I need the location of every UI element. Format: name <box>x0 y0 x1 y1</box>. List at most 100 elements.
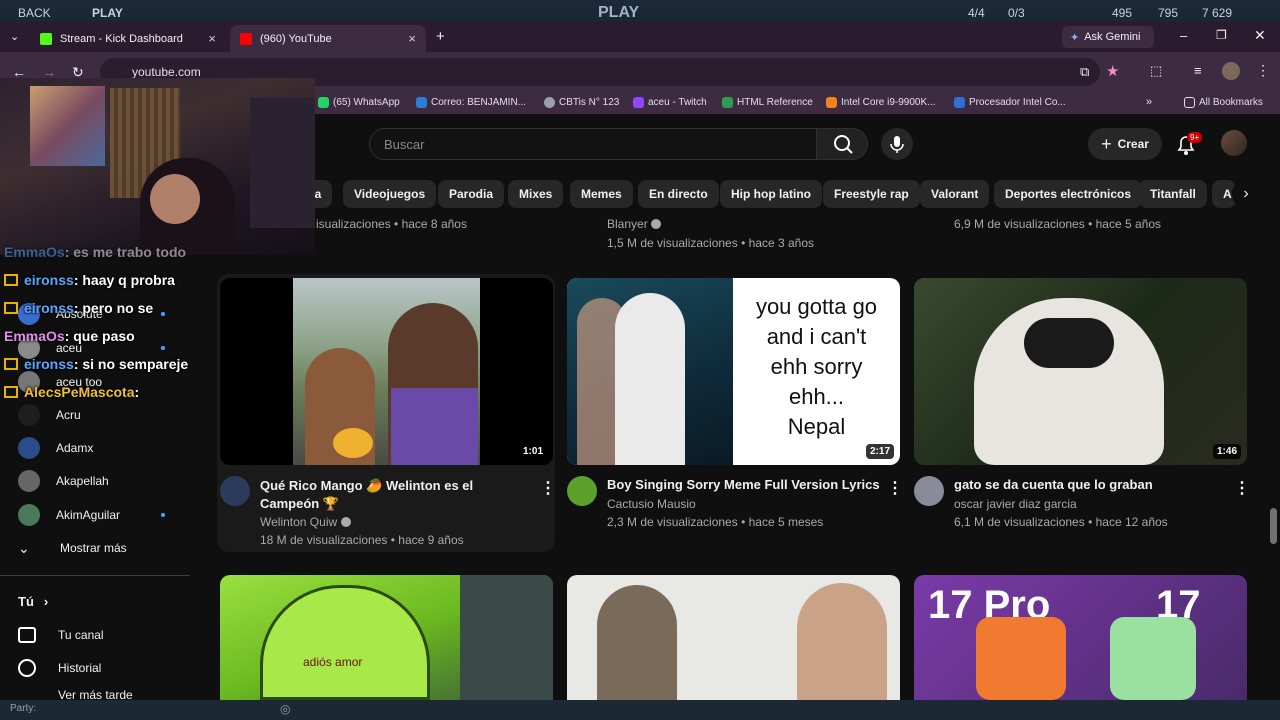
party-icon[interactable]: ◎ <box>280 702 290 716</box>
close-icon[interactable]: × <box>208 31 216 46</box>
kebab-menu-icon[interactable]: ⋮ <box>1256 62 1270 79</box>
sub-badge-icon <box>4 386 18 398</box>
avatar <box>18 470 40 492</box>
video-title[interactable]: gato se da cuenta que lo graban <box>954 477 1153 492</box>
stat-currency-2: 795 <box>1158 6 1179 20</box>
voice-search-button[interactable] <box>881 128 913 160</box>
video-channel[interactable]: Cactusio Mausio <box>607 497 696 511</box>
you-section-header[interactable]: Tú › <box>18 590 48 612</box>
bookmark-correo[interactable]: Correo: BENJAMIN... <box>416 97 526 108</box>
chip-mixes[interactable]: Mixes <box>508 180 564 208</box>
bookmark-intel-proc[interactable]: Procesador Intel Co... <box>954 97 1066 108</box>
ask-gemini-button[interactable]: ✦ Ask Gemini <box>1062 26 1154 48</box>
sub-badge-icon <box>4 302 18 314</box>
html-icon <box>722 97 733 108</box>
play-center-label[interactable]: PLAY <box>598 4 639 22</box>
sidebar-sub-acru[interactable]: Acru <box>18 404 81 426</box>
party-label: Party: <box>10 703 37 714</box>
video-thumbnail[interactable]: 17 Pro 17 <box>914 575 1247 700</box>
tab-label: Stream - Kick Dashboard <box>60 32 183 45</box>
bookmark-html-reference[interactable]: HTML Reference <box>722 97 813 108</box>
url-text[interactable]: youtube.com <box>132 65 201 79</box>
video-thumbnail[interactable]: 1:01 <box>220 278 553 465</box>
chip-en-directo[interactable]: En directo <box>638 180 719 208</box>
chip-hip-hop-latino[interactable]: Hip hop latino <box>720 180 822 208</box>
tab-kick-dashboard[interactable]: Stream - Kick Dashboard × <box>30 25 226 52</box>
stat-slots: 4/4 <box>968 6 985 20</box>
more-actions-icon[interactable]: ⋮ <box>1234 478 1250 498</box>
bookmarks-overflow-icon[interactable]: » <box>1146 96 1152 108</box>
tab-label: (960) YouTube <box>260 32 332 45</box>
thumbnail-caption: adiós amor <box>303 655 363 669</box>
kick-icon <box>40 32 52 45</box>
avatar <box>18 404 40 426</box>
video-thumbnail[interactable]: adiós amor <box>220 575 553 700</box>
sub-badge-icon <box>4 358 18 370</box>
video-thumbnail[interactable] <box>567 575 900 700</box>
all-bookmarks[interactable]: All Bookmarks <box>1184 97 1263 108</box>
sidebar-item-history[interactable]: Historial <box>18 657 101 679</box>
more-actions-icon[interactable]: ⋮ <box>887 478 903 498</box>
chip-deportes-electronicos[interactable]: Deportes electrónicos <box>994 180 1143 208</box>
back-label[interactable]: BACK <box>18 6 51 20</box>
close-window-button[interactable]: ✕ <box>1254 27 1266 44</box>
more-actions-icon[interactable]: ⋮ <box>540 478 556 498</box>
youtube-icon <box>240 32 252 45</box>
sidebar-item-watch-later[interactable]: Ver más tarde <box>18 690 133 700</box>
search-button[interactable] <box>816 128 868 160</box>
search-input[interactable]: Buscar <box>369 128 817 160</box>
sidebar-sub-akimaguilar[interactable]: AkimAguilar <box>18 504 165 526</box>
bookmark-star-icon[interactable]: ★ <box>1106 62 1119 80</box>
search-icon <box>834 135 853 154</box>
video-thumbnail[interactable]: you gotta go and i can't ehh sorry ehh..… <box>567 278 900 465</box>
sidebar-item-your-channel[interactable]: Tu canal <box>18 624 104 646</box>
prev-video-2-channel[interactable]: Blanyer <box>607 217 662 231</box>
divider <box>0 575 190 576</box>
cartoon-bg <box>460 575 553 700</box>
chat-message: EmmaOs: que paso <box>4 328 135 344</box>
stat-currency-3: 7 629 <box>1202 6 1233 20</box>
chip-freestyle-rap[interactable]: Freestyle rap <box>823 180 920 208</box>
install-app-icon[interactable]: ⧉ <box>1080 64 1089 80</box>
sidebar-sub-akapellah[interactable]: Akapellah <box>18 470 109 492</box>
bookmark-cbtis[interactable]: CBTis N° 123 <box>544 97 619 108</box>
profile-avatar[interactable] <box>1222 62 1240 80</box>
chip-titanfall[interactable]: Titanfall <box>1139 180 1207 208</box>
sidebar-sub-adamx[interactable]: Adamx <box>18 437 93 459</box>
extensions-icon[interactable]: ⬚ <box>1150 63 1162 79</box>
account-avatar[interactable] <box>1221 130 1247 156</box>
tab-youtube[interactable]: (960) YouTube × <box>230 25 426 52</box>
prev-video-3-meta: 6,9 M de visualizaciones • hace 5 años <box>954 217 1161 231</box>
browser-tab-strip: ⌄ Stream - Kick Dashboard × (960) YouTub… <box>0 22 1280 52</box>
maximize-button[interactable]: ❐ <box>1216 28 1227 42</box>
new-tab-button[interactable]: + <box>436 28 445 45</box>
video-channel[interactable]: oscar javier diaz garcia <box>954 497 1077 511</box>
reading-list-icon[interactable]: ≡ <box>1194 63 1202 78</box>
boy-shape <box>615 293 685 465</box>
show-more-button[interactable]: ⌄ Mostrar más <box>18 537 127 559</box>
close-icon[interactable]: × <box>408 31 416 46</box>
chip-memes[interactable]: Memes <box>570 180 633 208</box>
phone-shape <box>976 617 1066 700</box>
bookmark-whatsapp[interactable]: (65) WhatsApp <box>318 97 400 108</box>
chip-valorant[interactable]: Valorant <box>920 180 990 208</box>
tab-search-icon[interactable]: ⌄ <box>10 30 19 43</box>
chips-next-chevron-icon[interactable]: › <box>1232 180 1260 208</box>
video-title[interactable]: Qué Rico Mango 🥭 Welinton es el Campeón … <box>260 477 532 513</box>
notification-badge: 9+ <box>1187 132 1203 143</box>
channel-avatar[interactable] <box>220 476 250 506</box>
play-label[interactable]: PLAY <box>92 6 123 20</box>
chip-videojuegos[interactable]: Videojuegos <box>343 180 437 208</box>
bookmark-twitch[interactable]: aceu - Twitch <box>633 97 707 108</box>
video-channel[interactable]: Welinton Quiw <box>260 515 351 529</box>
channel-avatar[interactable] <box>914 476 944 506</box>
bookmark-intel-i9[interactable]: Intel Core i9-9900K... <box>826 97 936 108</box>
channel-avatar[interactable] <box>567 476 597 506</box>
minimize-button[interactable]: – <box>1180 28 1187 43</box>
chip-parodia[interactable]: Parodia <box>438 180 505 208</box>
video-title[interactable]: Boy Singing Sorry Meme Full Version Lyri… <box>607 477 880 492</box>
video-thumbnail[interactable]: 1:46 <box>914 278 1247 465</box>
scrollbar-thumb[interactable] <box>1270 508 1277 544</box>
create-button[interactable]: + Crear <box>1088 128 1162 160</box>
page-scrollbar[interactable] <box>1270 120 1280 700</box>
